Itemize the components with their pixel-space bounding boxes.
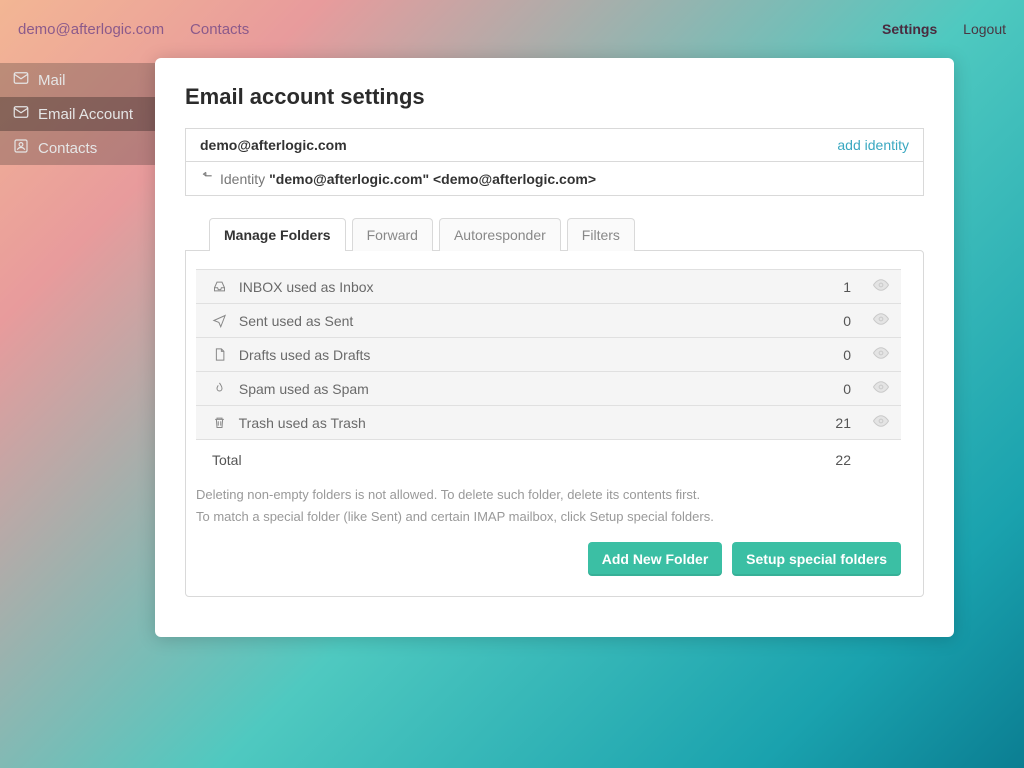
tabs: Manage Folders Forward Autoresponder Fil…: [185, 218, 924, 251]
folder-table: INBOX used as Inbox 1 Sent used as Sent …: [196, 269, 901, 474]
tab-manage-folders[interactable]: Manage Folders: [209, 218, 346, 251]
folder-label: Sent used as Sent: [239, 313, 353, 329]
sidebar: Mail Email Account Contacts: [0, 58, 155, 637]
topbar-account-link[interactable]: demo@afterlogic.com: [18, 21, 164, 38]
sidebar-item-email-account[interactable]: Email Account: [0, 97, 155, 131]
eye-icon[interactable]: [872, 417, 890, 433]
folder-count: 21: [801, 406, 861, 440]
setup-special-folders-button[interactable]: Setup special folders: [732, 542, 901, 576]
sent-icon: [212, 313, 235, 329]
sidebar-item-label: Email Account: [38, 106, 133, 123]
topbar: demo@afterlogic.com Contacts Settings Lo…: [0, 0, 1024, 58]
identity-value: "demo@afterlogic.com" <demo@afterlogic.c…: [269, 171, 596, 187]
tab-filters[interactable]: Filters: [567, 218, 635, 251]
sidebar-item-contacts[interactable]: Contacts: [0, 131, 155, 165]
eye-icon[interactable]: [872, 349, 890, 365]
account-email: demo@afterlogic.com: [200, 137, 347, 153]
sidebar-item-label: Contacts: [38, 140, 97, 157]
identity-row[interactable]: Identity "demo@afterlogic.com" <demo@aft…: [185, 162, 924, 196]
eye-icon[interactable]: [872, 281, 890, 297]
folder-count: 1: [801, 270, 861, 304]
folder-row-total: Total 22: [196, 440, 901, 474]
folder-label: Spam used as Spam: [239, 381, 369, 397]
folder-row-trash[interactable]: Trash used as Trash 21: [196, 406, 901, 440]
folder-row-inbox[interactable]: INBOX used as Inbox 1: [196, 270, 901, 304]
topbar-contacts-link[interactable]: Contacts: [190, 21, 249, 38]
topbar-logout-link[interactable]: Logout: [963, 21, 1006, 37]
identity-label: Identity: [220, 171, 265, 187]
draft-icon: [212, 347, 235, 363]
hint-line-1: Deleting non-empty folders is not allowe…: [196, 484, 901, 506]
sidebar-item-label: Mail: [38, 72, 66, 89]
return-arrow-icon: [200, 170, 220, 187]
folder-count: 0: [801, 372, 861, 406]
hint-line-2: To match a special folder (like Sent) an…: [196, 506, 901, 528]
account-row[interactable]: demo@afterlogic.com add identity: [185, 128, 924, 162]
add-identity-link[interactable]: add identity: [837, 137, 909, 153]
total-count: 22: [801, 440, 861, 474]
folder-row-sent[interactable]: Sent used as Sent 0: [196, 304, 901, 338]
settings-panel: Email account settings demo@afterlogic.c…: [155, 58, 954, 637]
topbar-settings-link[interactable]: Settings: [882, 21, 937, 37]
tab-forward[interactable]: Forward: [352, 218, 433, 251]
total-label: Total: [196, 440, 801, 474]
folder-row-spam[interactable]: Spam used as Spam 0: [196, 372, 901, 406]
page-title: Email account settings: [185, 84, 924, 110]
inbox-icon: [212, 279, 235, 295]
eye-icon[interactable]: [872, 383, 890, 399]
contacts-icon: [12, 137, 38, 159]
add-new-folder-button[interactable]: Add New Folder: [588, 542, 723, 576]
spam-icon: [212, 381, 235, 397]
tab-body: INBOX used as Inbox 1 Sent used as Sent …: [185, 250, 924, 597]
folder-label: INBOX used as Inbox: [239, 279, 374, 295]
folder-count: 0: [801, 338, 861, 372]
trash-icon: [212, 415, 235, 431]
folder-count: 0: [801, 304, 861, 338]
mail-icon: [12, 69, 38, 91]
eye-icon[interactable]: [872, 315, 890, 331]
hint-text: Deleting non-empty folders is not allowe…: [196, 484, 901, 528]
folder-label: Trash used as Trash: [239, 415, 366, 431]
tab-autoresponder[interactable]: Autoresponder: [439, 218, 561, 251]
folder-row-drafts[interactable]: Drafts used as Drafts 0: [196, 338, 901, 372]
mail-icon: [12, 103, 38, 125]
sidebar-item-mail[interactable]: Mail: [0, 63, 155, 97]
folder-label: Drafts used as Drafts: [239, 347, 371, 363]
